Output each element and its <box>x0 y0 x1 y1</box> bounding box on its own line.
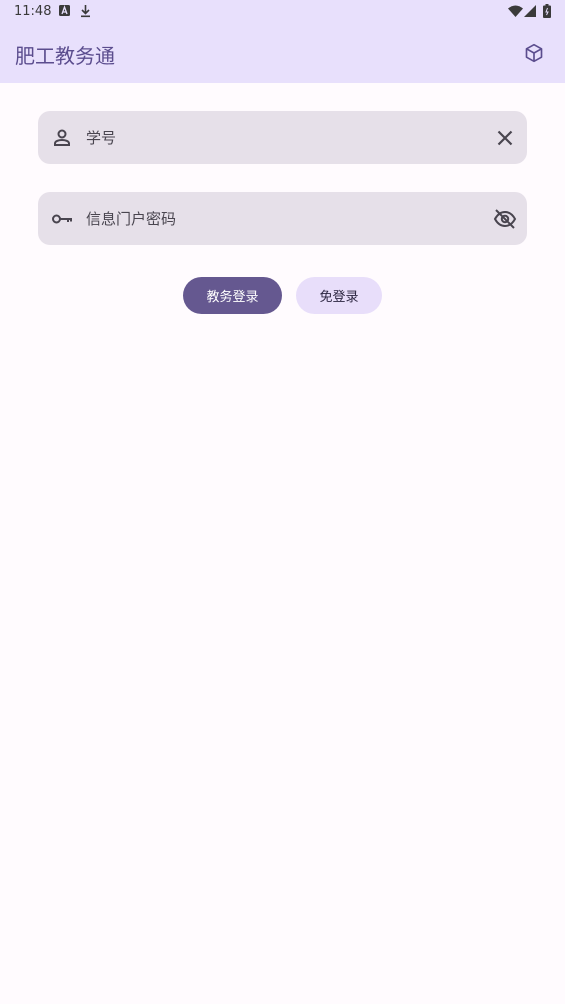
app-title: 肥工教务通 <box>15 44 115 68</box>
visibility-off-icon[interactable] <box>493 207 517 231</box>
signal-icon <box>524 5 536 21</box>
status-time: 11:48 <box>14 4 52 19</box>
student-id-field[interactable] <box>38 111 527 164</box>
person-icon <box>50 126 74 150</box>
status-bar: 11:48 <box>0 0 565 24</box>
student-id-input[interactable] <box>86 111 486 164</box>
app-bar: 肥工教务通 <box>0 24 565 83</box>
wifi-icon <box>508 5 523 21</box>
clear-icon[interactable] <box>493 126 517 150</box>
cube-icon[interactable] <box>520 39 548 67</box>
key-icon <box>50 207 74 231</box>
download-icon <box>79 4 92 22</box>
guest-login-button[interactable]: 免登录 <box>296 277 382 314</box>
password-input[interactable] <box>86 192 486 245</box>
academic-login-button[interactable]: 教务登录 <box>183 277 282 314</box>
password-field[interactable] <box>38 192 527 245</box>
battery-icon <box>543 4 551 22</box>
font-a-icon <box>58 4 71 21</box>
